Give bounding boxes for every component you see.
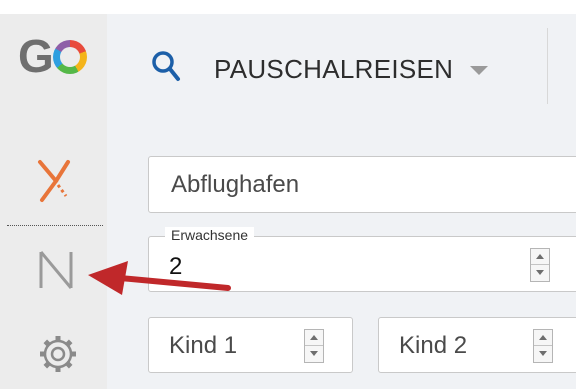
x-logo-icon[interactable] bbox=[36, 158, 76, 204]
stepper-down-icon[interactable] bbox=[531, 265, 549, 281]
go-logo[interactable]: G bbox=[18, 33, 96, 79]
red-arrow-icon bbox=[88, 261, 231, 295]
logo-ring-icon bbox=[53, 40, 87, 74]
search-icon[interactable] bbox=[151, 50, 181, 84]
stepper-down-icon[interactable] bbox=[534, 346, 552, 362]
stepper-down-icon[interactable] bbox=[305, 346, 323, 362]
nav-dropdown-label[interactable]: PAUSCHALREISEN bbox=[214, 54, 453, 85]
logo-letter-g: G bbox=[18, 30, 54, 82]
adults-legend: Erwachsene bbox=[165, 227, 255, 243]
departure-airport-input[interactable]: Abflughafen bbox=[148, 156, 576, 213]
child1-stepper[interactable] bbox=[304, 329, 324, 363]
top-strip bbox=[0, 0, 576, 14]
child2-placeholder: Kind 2 bbox=[399, 332, 468, 359]
stepper-up-icon[interactable] bbox=[531, 249, 549, 265]
stepper-up-icon[interactable] bbox=[534, 330, 552, 346]
n-logo-icon[interactable] bbox=[36, 246, 76, 292]
sidebar-divider bbox=[7, 225, 103, 226]
stepper-up-icon[interactable] bbox=[305, 330, 323, 346]
header-separator bbox=[547, 28, 548, 104]
child1-placeholder: Kind 1 bbox=[169, 332, 238, 359]
chevron-down-icon[interactable] bbox=[470, 66, 488, 75]
adults-stepper[interactable] bbox=[530, 248, 550, 282]
child2-stepper[interactable] bbox=[533, 329, 553, 363]
gear-icon[interactable] bbox=[36, 332, 80, 376]
departure-airport-placeholder: Abflughafen bbox=[171, 171, 300, 198]
